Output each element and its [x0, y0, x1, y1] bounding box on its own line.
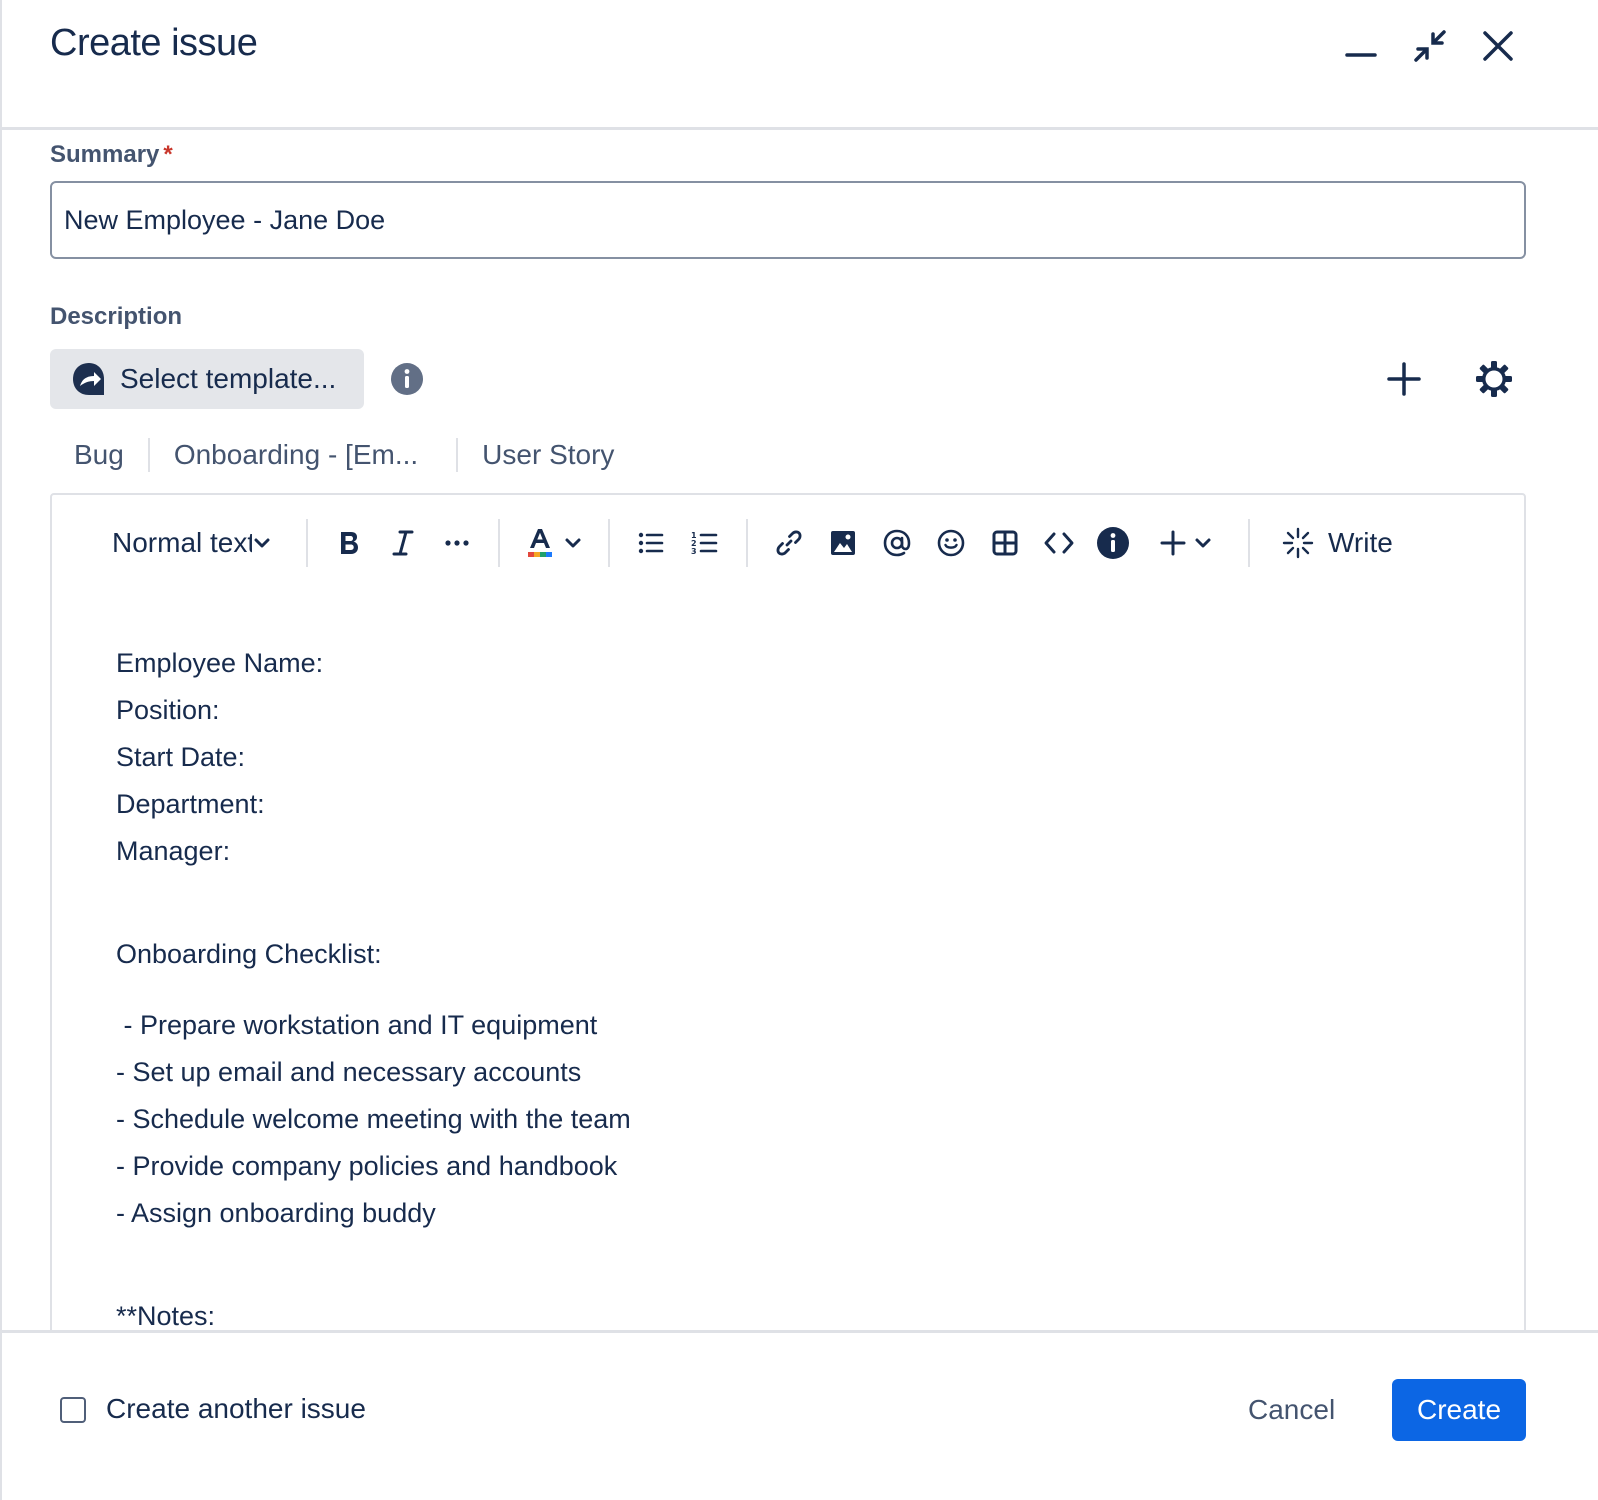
checklist-item: - Assign onboarding buddy: [116, 1198, 436, 1228]
dialog-header: Create issue: [2, 0, 1598, 130]
text-style-label: Normal text: [112, 527, 252, 558]
link-button[interactable]: [762, 519, 816, 567]
select-template-label: Select template...: [120, 363, 337, 394]
summary-label: Summary *: [50, 141, 173, 168]
gear-icon: [1476, 361, 1512, 397]
editor-line: Manager:: [116, 836, 231, 866]
image-icon: [831, 531, 855, 555]
svg-text:3: 3: [691, 547, 697, 556]
toolbar-divider: [608, 519, 610, 567]
italic-button[interactable]: [376, 519, 430, 567]
create-another-label[interactable]: Create another issue: [106, 1393, 366, 1425]
more-icon: [445, 540, 469, 546]
toolbar-divider: [306, 519, 308, 567]
editor-line: Start Date:: [116, 742, 246, 772]
checklist-item: - Prepare workstation and IT equipment: [116, 1010, 598, 1040]
table-button[interactable]: [978, 519, 1032, 567]
bold-button[interactable]: [322, 519, 376, 567]
plus-icon: [1387, 362, 1421, 396]
summary-input[interactable]: [50, 181, 1526, 259]
minimize-button[interactable]: [1337, 22, 1385, 70]
checklist-title: Onboarding Checklist:: [116, 939, 382, 969]
collapse-icon: [1414, 30, 1446, 62]
info-panel-icon: [1097, 527, 1129, 559]
toolbar-divider: [1248, 519, 1250, 567]
minimize-icon: [1345, 53, 1377, 57]
dialog-title: Create issue: [50, 22, 258, 64]
text-style-dropdown[interactable]: Normal text: [92, 519, 292, 567]
chevron-down-icon: [254, 538, 270, 548]
insert-more-button[interactable]: [1146, 519, 1226, 567]
mention-icon: [883, 529, 911, 557]
select-template-button[interactable]: Select template...: [50, 349, 364, 409]
bullet-list-icon: [638, 532, 664, 554]
template-info-button[interactable]: [390, 362, 424, 396]
create-another-checkbox[interactable]: [60, 1397, 86, 1423]
text-color-button[interactable]: [514, 519, 594, 567]
emoji-button[interactable]: [924, 519, 978, 567]
create-button[interactable]: Create: [1392, 1379, 1526, 1441]
required-mark: *: [163, 141, 173, 168]
italic-icon: [392, 530, 414, 556]
table-icon: [992, 530, 1018, 556]
text-color-icon: [528, 529, 552, 557]
image-button[interactable]: [816, 519, 870, 567]
cancel-button[interactable]: Cancel: [1222, 1379, 1361, 1441]
close-button[interactable]: [1474, 22, 1522, 70]
numbered-list-button[interactable]: 123: [678, 519, 732, 567]
template-tabs: Bug Onboarding - [Em... User Story: [50, 433, 638, 477]
checklist-item: - Set up email and necessary accounts: [116, 1057, 582, 1087]
info-panel-button[interactable]: [1086, 519, 1140, 567]
editor-line: Employee Name:: [116, 648, 324, 678]
template-tab-onboarding[interactable]: Onboarding - [Em...: [150, 439, 456, 471]
more-formatting-button[interactable]: [430, 519, 484, 567]
info-icon: [391, 363, 423, 395]
code-button[interactable]: [1032, 519, 1086, 567]
create-issue-dialog: Create issue Summary * New Employee - Ja…: [0, 0, 1598, 1500]
template-tab-user-story[interactable]: User Story: [458, 439, 638, 471]
template-app-icon: [73, 363, 104, 395]
toolbar-divider: [746, 519, 748, 567]
link-icon: [776, 530, 802, 556]
description-label: Description: [50, 303, 183, 330]
toolbar-divider: [498, 519, 500, 567]
chevron-down-icon: [1195, 538, 1211, 548]
write-label: Write: [1328, 527, 1393, 558]
dialog-footer: Create another issue Cancel Create: [2, 1330, 1598, 1500]
bold-icon: [341, 532, 358, 554]
close-icon: [1483, 31, 1513, 61]
template-settings-button[interactable]: [1472, 357, 1516, 401]
ai-write-button[interactable]: Write: [1264, 519, 1411, 567]
checklist-item: - Schedule welcome meeting with the team: [116, 1104, 631, 1134]
dialog-body: Summary* Description Select template...: [2, 133, 1598, 1355]
ai-sparkle-icon: [1282, 527, 1314, 559]
editor-content[interactable]: Employee Name: Position: Start Date: Dep…: [116, 640, 631, 1340]
editor-toolbar: Normal text 1 2 3 Write: [52, 515, 1524, 571]
template-tab-bug[interactable]: Bug: [50, 439, 148, 471]
checklist-item: - Provide company policies and handbook: [116, 1151, 618, 1181]
editor-line: Position:: [116, 695, 220, 725]
numbered-list-icon: 123: [691, 531, 718, 556]
emoji-icon: [937, 529, 965, 557]
plus-icon: [1160, 530, 1186, 556]
editor-line: Department:: [116, 789, 265, 819]
collapse-button[interactable]: [1406, 22, 1454, 70]
mention-button[interactable]: [870, 519, 924, 567]
code-icon: [1044, 532, 1074, 554]
bullet-list-button[interactable]: [624, 519, 678, 567]
add-template-button[interactable]: [1382, 357, 1426, 401]
description-editor[interactable]: Normal text 1 2 3 Write Employee Name: P…: [50, 493, 1526, 1355]
chevron-down-icon: [565, 538, 581, 548]
